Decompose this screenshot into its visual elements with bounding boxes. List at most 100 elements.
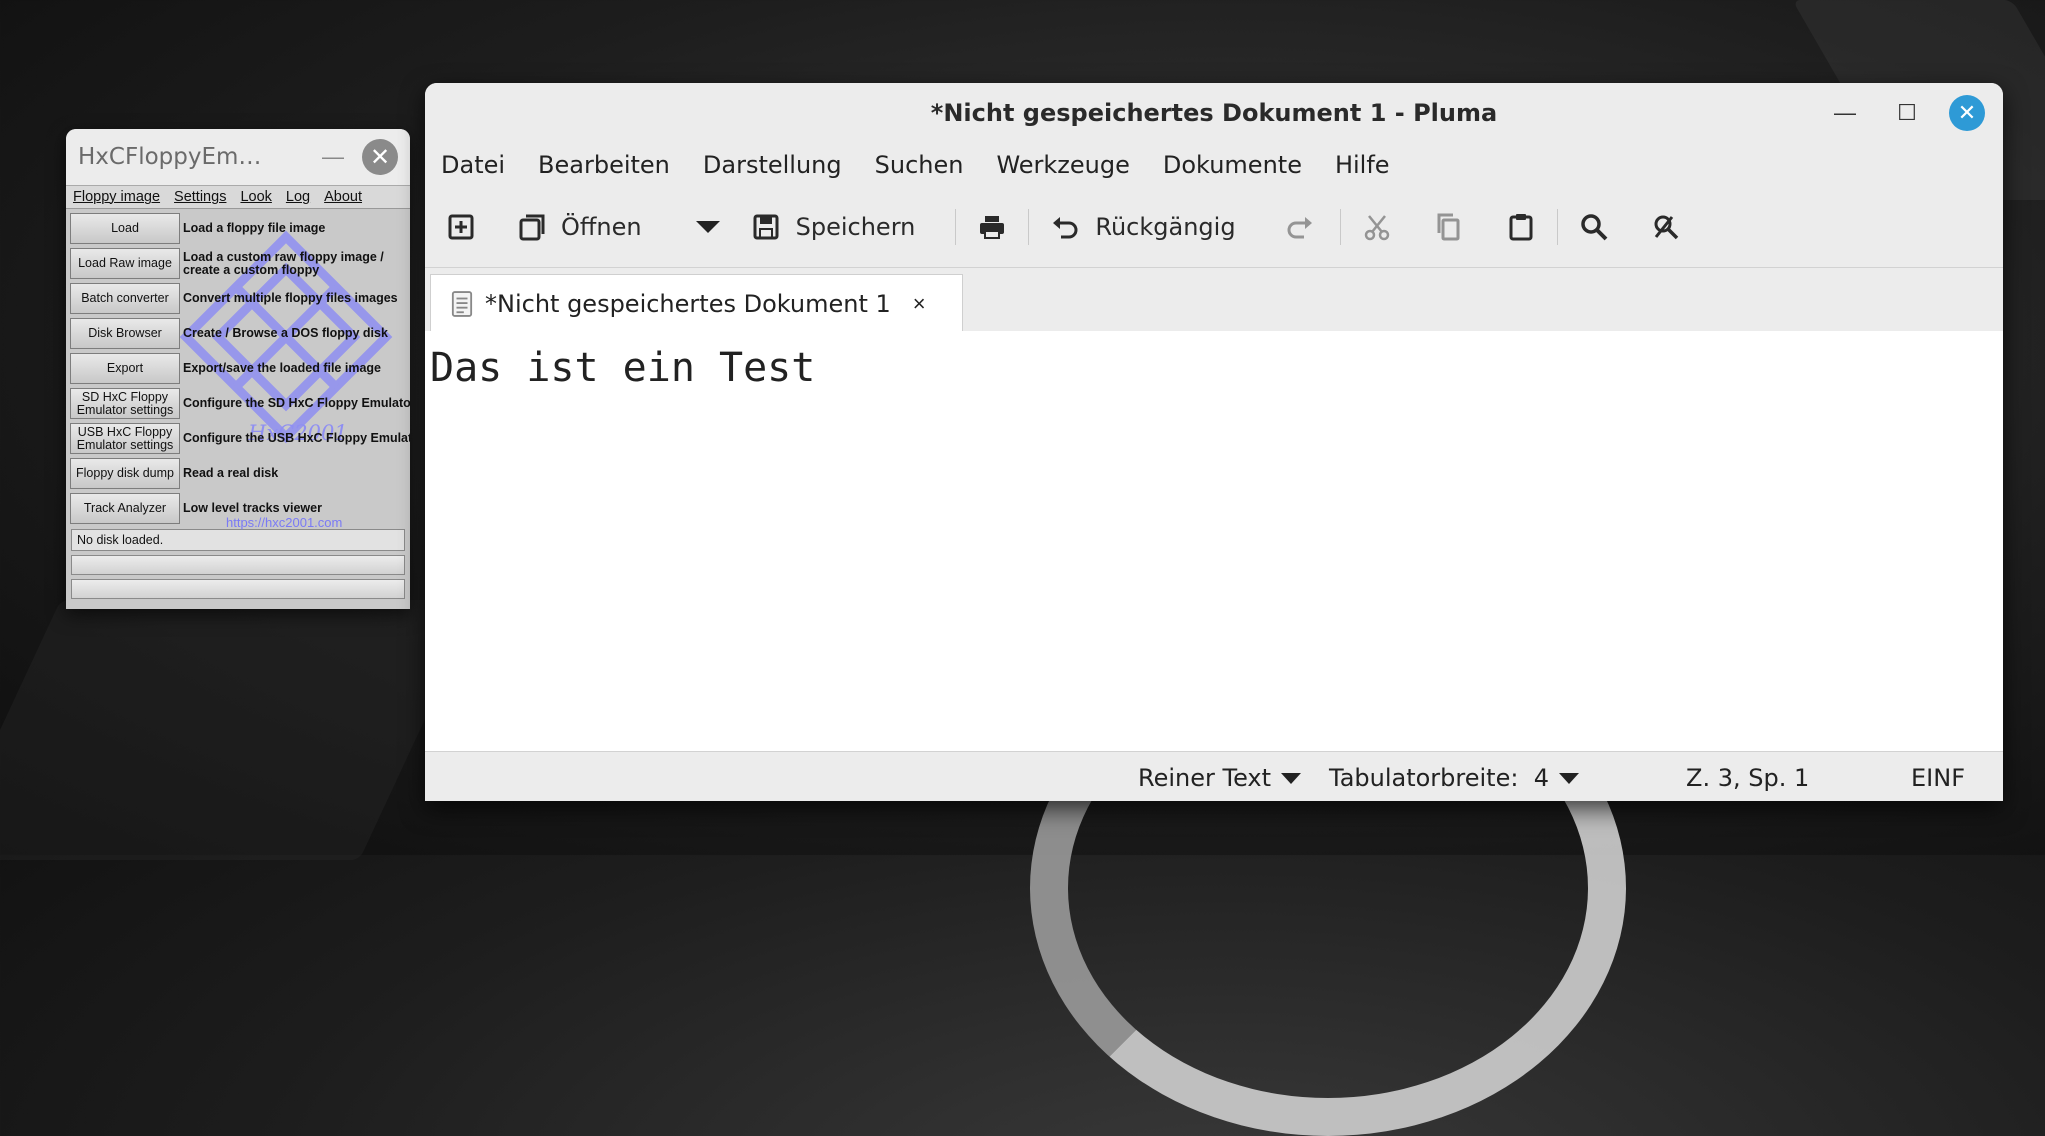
- sd-settings-row: SD HxC Floppy Emulator settings Configur…: [70, 387, 410, 420]
- menu-hilfe[interactable]: Hilfe: [1335, 151, 1390, 179]
- redo-button[interactable]: [1284, 211, 1316, 243]
- toolbar: Öffnen Speichern Rückgängig: [425, 187, 2003, 268]
- menu-datei[interactable]: Datei: [441, 151, 505, 179]
- cursor-position: Z. 3, Sp. 1: [1686, 764, 1810, 792]
- toolbar-separator: [1556, 209, 1558, 245]
- menu-werkzeuge[interactable]: Werkzeuge: [996, 151, 1129, 179]
- find-replace-icon: [1654, 215, 1678, 240]
- track-analyzer-button[interactable]: Track Analyzer: [70, 493, 180, 524]
- tab-close-icon[interactable]: ×: [913, 291, 926, 317]
- hxc-actions: HxC2001 https://hxc2001.com Load Load a …: [66, 209, 410, 530]
- text-editor[interactable]: Das ist ein Test: [425, 331, 2003, 735]
- usb-settings-button[interactable]: USB HxC Floppy Emulator settings: [70, 423, 180, 454]
- undo-button[interactable]: Rückgängig: [1049, 211, 1236, 243]
- search-button[interactable]: [1578, 211, 1610, 243]
- load-raw-row: Load Raw image Load a custom raw floppy …: [70, 247, 406, 280]
- open-label: Öffnen: [561, 213, 642, 241]
- floppy-dump-button[interactable]: Floppy disk dump: [70, 458, 180, 489]
- replace-button[interactable]: [1650, 211, 1682, 243]
- usb-settings-desc: Configure the USB HxC Floppy Emulator: [183, 431, 410, 445]
- toolbar-separator: [955, 209, 957, 245]
- editor-content: Das ist ein Test: [430, 345, 816, 391]
- disk-browser-button[interactable]: Disk Browser: [70, 318, 180, 349]
- export-desc: Export/save the loaded file image: [183, 361, 381, 375]
- hxc-progress-bar: [71, 555, 405, 575]
- load-desc: Load a floppy file image: [183, 221, 326, 235]
- load-row: Load Load a floppy file image: [70, 212, 406, 245]
- disk-browser-desc: Create / Browse a DOS floppy disk: [183, 326, 388, 340]
- cut-icon: [1364, 215, 1389, 241]
- new-document-button[interactable]: [445, 211, 477, 243]
- print-button[interactable]: [976, 211, 1008, 243]
- menu-bearbeiten[interactable]: Bearbeiten: [538, 151, 670, 179]
- tab-width-label: Tabulatorbreite: 4: [1329, 764, 1549, 792]
- menu-suchen[interactable]: Suchen: [875, 151, 964, 179]
- export-button[interactable]: Export: [70, 353, 180, 384]
- tab-document-1[interactable]: *Nicht gespeichertes Dokument 1 ×: [430, 274, 963, 332]
- hxc-status: No disk loaded.: [71, 529, 405, 551]
- load-button[interactable]: Load: [70, 213, 180, 244]
- menubar: Datei Bearbeiten Darstellung Suchen Werk…: [425, 143, 2003, 187]
- save-button[interactable]: Speichern: [750, 211, 916, 243]
- save-label: Speichern: [795, 213, 916, 241]
- new-document-icon: [448, 214, 474, 240]
- usb-settings-row: USB HxC Floppy Emulator settings Configu…: [70, 422, 410, 455]
- save-icon: [753, 214, 779, 240]
- wallpaper-shape: [0, 600, 481, 860]
- menu-log[interactable]: Log: [279, 189, 317, 205]
- close-button[interactable]: ✕: [1949, 95, 1985, 131]
- recent-files-dropdown[interactable]: [686, 221, 720, 233]
- disk-browser-row: Disk Browser Create / Browse a DOS flopp…: [70, 317, 406, 350]
- statusbar: Reiner Text Tabulatorbreite: 4 Z. 3, Sp.…: [425, 751, 2003, 801]
- menu-settings[interactable]: Settings: [167, 189, 233, 205]
- paste-button[interactable]: [1505, 211, 1537, 243]
- language-label: Reiner Text: [1138, 764, 1272, 792]
- toolbar-separator: [1028, 209, 1030, 245]
- export-row: Export Export/save the loaded file image: [70, 352, 406, 385]
- maximize-button[interactable]: ☐: [1887, 93, 1927, 133]
- window-controls: — ☐ ✕: [1825, 93, 1985, 133]
- tab-width-selector[interactable]: Tabulatorbreite: 4: [1329, 764, 1579, 792]
- search-icon: [1580, 214, 1607, 241]
- chevron-down-icon: [695, 221, 720, 233]
- menu-about[interactable]: About: [317, 189, 369, 205]
- minimize-button[interactable]: —: [318, 144, 348, 170]
- pluma-window: *Nicht gespeichertes Dokument 1 - Pluma …: [425, 83, 2003, 801]
- dump-desc: Read a real disk: [183, 466, 279, 480]
- undo-icon: [1053, 217, 1078, 239]
- dump-row: Floppy disk dump Read a real disk: [70, 457, 406, 490]
- copy-button[interactable]: [1433, 211, 1465, 243]
- chevron-down-icon: [1281, 772, 1302, 784]
- close-button[interactable]: ✕: [362, 139, 398, 175]
- menu-dokumente[interactable]: Dokumente: [1163, 151, 1302, 179]
- language-selector[interactable]: Reiner Text: [1138, 764, 1302, 792]
- open-button[interactable]: Öffnen: [517, 211, 642, 243]
- batch-row: Batch converter Convert multiple floppy …: [70, 282, 406, 315]
- sd-settings-desc: Configure the SD HxC Floppy Emulator: [183, 396, 410, 410]
- copy-icon: [1437, 213, 1460, 241]
- menu-look[interactable]: Look: [233, 189, 278, 205]
- tab-label: *Nicht gespeichertes Dokument 1: [485, 289, 891, 318]
- toolbar-separator: [1339, 209, 1341, 245]
- pluma-titlebar[interactable]: *Nicht gespeichertes Dokument 1 - Pluma …: [425, 83, 2003, 143]
- hxc-window: HxCFloppyEm… — ✕ Floppy image Settings L…: [66, 129, 410, 609]
- menu-floppy-image[interactable]: Floppy image: [66, 189, 167, 205]
- cut-button[interactable]: [1361, 211, 1393, 243]
- text-document-icon: [451, 290, 473, 317]
- paste-icon: [1509, 214, 1533, 241]
- sd-settings-button[interactable]: SD HxC Floppy Emulator settings: [70, 388, 180, 419]
- track-analyzer-desc: Low level tracks viewer: [183, 501, 322, 515]
- hxc-titlebar[interactable]: HxCFloppyEm… — ✕: [66, 129, 410, 185]
- load-raw-image-button[interactable]: Load Raw image: [70, 248, 180, 279]
- track-analyzer-row: Track Analyzer Low level tracks viewer: [70, 492, 406, 525]
- hxc-progress-bar: [71, 579, 405, 599]
- load-raw-desc: Load a custom raw floppy image / create …: [183, 249, 384, 277]
- batch-converter-button[interactable]: Batch converter: [70, 283, 180, 314]
- hxc-title: HxCFloppyEm…: [78, 144, 262, 170]
- chevron-down-icon: [1558, 772, 1579, 784]
- batch-desc: Convert multiple floppy files images: [183, 291, 398, 305]
- insert-mode[interactable]: EINF: [1911, 764, 1965, 792]
- open-icon: [519, 214, 545, 241]
- menu-darstellung[interactable]: Darstellung: [703, 151, 842, 179]
- minimize-button[interactable]: —: [1825, 93, 1865, 133]
